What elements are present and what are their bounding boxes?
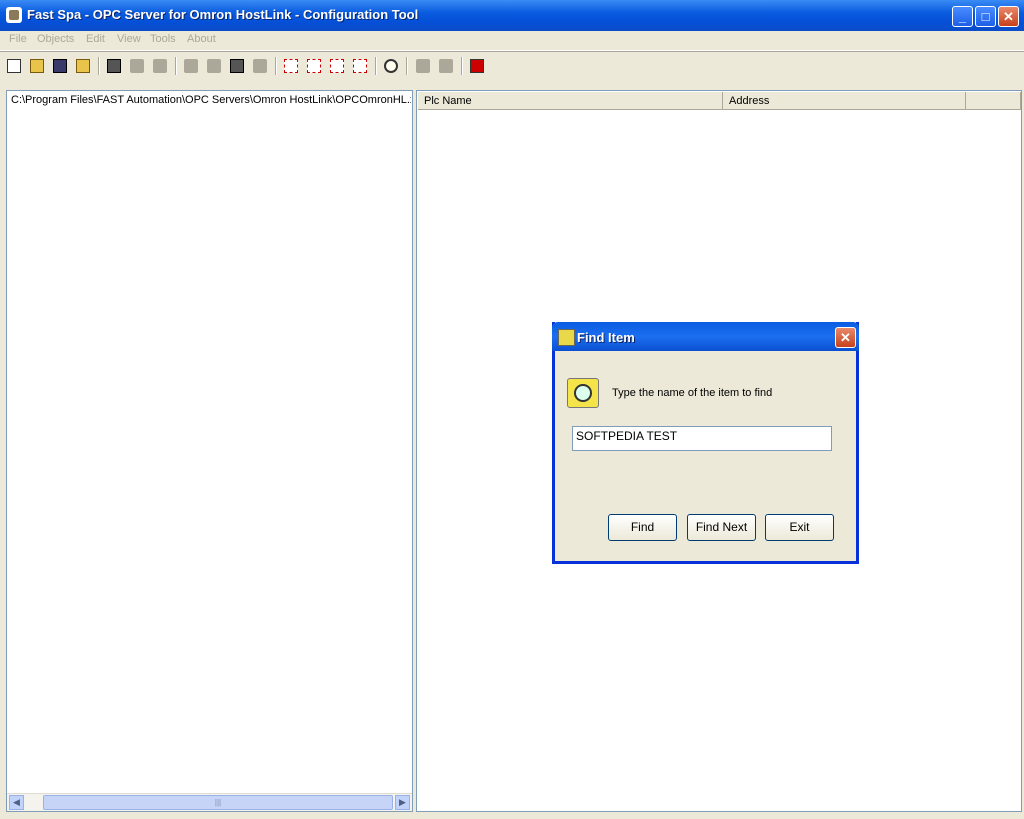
find-icon — [384, 59, 398, 73]
menu-view[interactable]: View — [117, 33, 141, 45]
open-icon — [30, 59, 44, 73]
find-button[interactable] — [381, 56, 401, 76]
new-tag-icon — [153, 59, 167, 73]
delete-button[interactable] — [250, 56, 270, 76]
app-icon[interactable] — [6, 7, 22, 23]
dialog-app-icon — [558, 329, 575, 346]
open-folder-button[interactable] — [73, 56, 93, 76]
main-window: Fast Spa - OPC Server for Omron HostLink… — [0, 0, 1024, 819]
column-header-address[interactable]: Address — [723, 92, 966, 110]
copy-icon — [184, 59, 198, 73]
search-input[interactable]: SOFTPEDIA TEST — [572, 426, 832, 451]
red-item-icon-2 — [307, 59, 321, 73]
save-icon — [53, 59, 67, 73]
new-device-button[interactable] — [104, 56, 124, 76]
scroll-right-icon[interactable]: ▶ — [395, 795, 410, 810]
menu-objects[interactable]: Objects — [37, 33, 74, 45]
menu-bar: File Objects Edit View Tools About — [0, 31, 1024, 51]
red-list-button[interactable] — [350, 56, 370, 76]
new-tag-button[interactable] — [150, 56, 170, 76]
toolbar-separator — [375, 57, 377, 75]
find-item-dialog: Find Item ✕ Type the name of the item to… — [552, 322, 859, 564]
dialog-prompt: Type the name of the item to find — [612, 387, 773, 399]
export-icon — [439, 59, 453, 73]
tree-root-path[interactable]: C:\Program Files\FAST Automation\OPC Ser… — [11, 94, 411, 106]
toolbar-separator — [461, 57, 463, 75]
exit-icon — [470, 59, 484, 73]
find-magnifier-icon — [567, 378, 599, 408]
export-button[interactable] — [436, 56, 456, 76]
scroll-thumb[interactable]: ||| — [43, 795, 393, 810]
red-item-icon-3 — [330, 59, 344, 73]
menu-file[interactable]: File — [9, 33, 27, 45]
new-button[interactable] — [4, 56, 24, 76]
minimize-button[interactable]: _ — [952, 6, 973, 27]
title-bar[interactable]: Fast Spa - OPC Server for Omron HostLink… — [0, 0, 1024, 31]
exit-button[interactable]: Exit — [765, 514, 834, 541]
find-next-button[interactable]: Find Next — [687, 514, 756, 541]
red-item-button-2[interactable] — [304, 56, 324, 76]
paste-button[interactable] — [227, 56, 247, 76]
menu-tools[interactable]: Tools — [150, 33, 176, 45]
toolbar — [0, 51, 1024, 81]
red-item-icon-1 — [284, 59, 298, 73]
tree-pane[interactable]: C:\Program Files\FAST Automation\OPC Ser… — [6, 90, 413, 812]
toolbar-separator — [275, 57, 277, 75]
window-title: Fast Spa - OPC Server for Omron HostLink… — [27, 7, 419, 22]
column-header-plc-name[interactable]: Plc Name — [418, 92, 723, 110]
find-button-dialog[interactable]: Find — [608, 514, 677, 541]
maximize-button[interactable]: □ — [975, 6, 996, 27]
exit-app-button[interactable] — [467, 56, 487, 76]
toolbar-separator — [175, 57, 177, 75]
import-icon — [416, 59, 430, 73]
import-button[interactable] — [413, 56, 433, 76]
column-header-empty — [966, 92, 1021, 110]
toolbar-separator — [406, 57, 408, 75]
new-icon — [7, 59, 21, 73]
horizontal-scrollbar[interactable]: ◀ ||| ▶ — [7, 793, 412, 811]
new-device-icon — [107, 59, 121, 73]
close-button[interactable]: ✕ — [998, 6, 1019, 27]
dialog-title: Find Item — [577, 330, 635, 345]
cut-button[interactable] — [204, 56, 224, 76]
open-folder-icon — [76, 59, 90, 73]
menu-about[interactable]: About — [187, 33, 216, 45]
toolbar-separator — [98, 57, 100, 75]
dialog-title-bar[interactable]: Find Item ✕ — [552, 322, 859, 351]
cut-icon — [207, 59, 221, 73]
new-group-button[interactable] — [127, 56, 147, 76]
paste-icon — [230, 59, 244, 73]
save-button[interactable] — [50, 56, 70, 76]
menu-edit[interactable]: Edit — [86, 33, 105, 45]
open-button[interactable] — [27, 56, 47, 76]
red-item-button-3[interactable] — [327, 56, 347, 76]
dialog-close-button[interactable]: ✕ — [835, 327, 856, 348]
red-item-button-1[interactable] — [281, 56, 301, 76]
red-list-icon — [353, 59, 367, 73]
scroll-left-icon[interactable]: ◀ — [9, 795, 24, 810]
delete-icon — [253, 59, 267, 73]
copy-button[interactable] — [181, 56, 201, 76]
new-group-icon — [130, 59, 144, 73]
